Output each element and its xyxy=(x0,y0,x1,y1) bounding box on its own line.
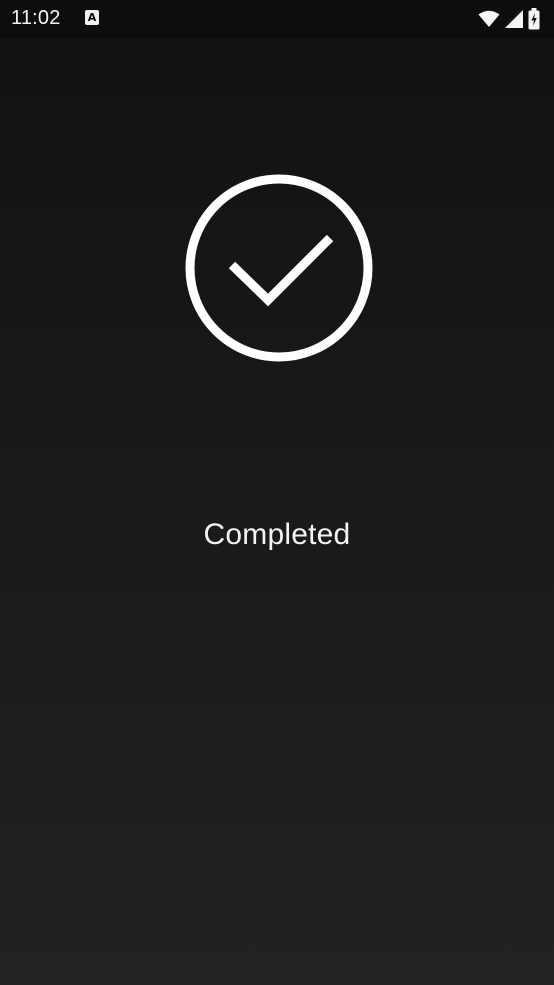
app-notification-letter: A xyxy=(87,11,97,24)
status-icons xyxy=(478,8,540,30)
check-circle-icon xyxy=(185,174,373,362)
signal-icon xyxy=(505,10,523,28)
app-notification-icon: A xyxy=(85,10,99,25)
completed-message: Completed xyxy=(203,518,351,551)
battery-charging-icon xyxy=(528,8,540,30)
wifi-icon xyxy=(478,10,500,27)
status-bar: 11:02 A xyxy=(0,0,554,38)
status-time: 11:02 xyxy=(11,7,61,29)
